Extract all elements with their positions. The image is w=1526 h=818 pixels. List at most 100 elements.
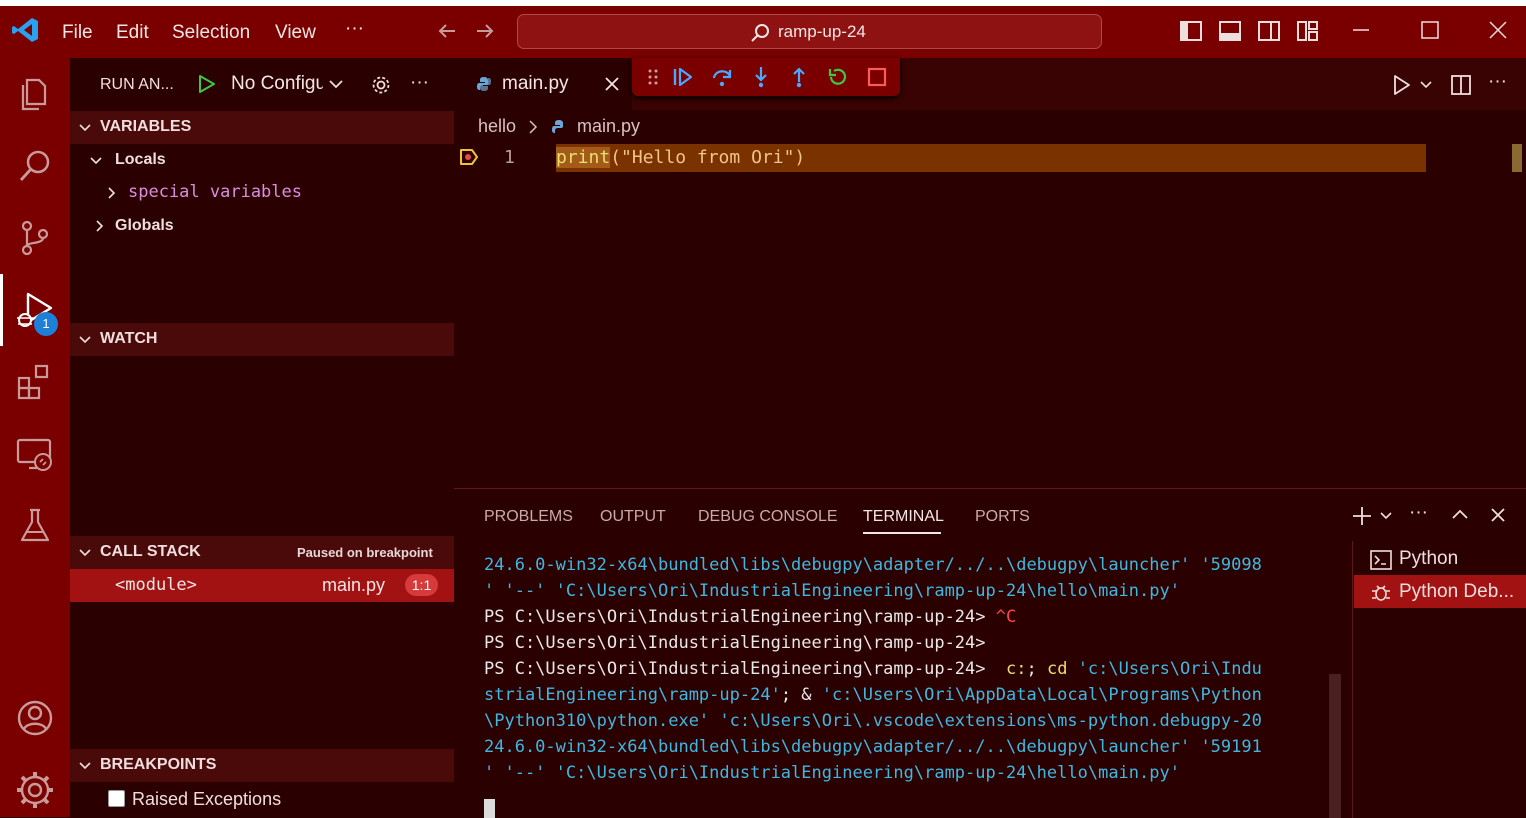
toggle-secondary-sidebar-icon[interactable] — [1257, 20, 1281, 42]
launch-config-select[interactable]: No Configu — [231, 73, 323, 95]
terminal-text-segment: PS C:\Users\Ori\IndustrialEngineering\ra… — [484, 633, 986, 653]
tab-label: main.py — [502, 73, 569, 94]
chevron-down-icon[interactable] — [328, 78, 344, 90]
call-stack-frame[interactable]: <module> main.py 1:1 — [70, 569, 454, 602]
terminal-text-segment: 24.6.0-win32-x64\bundled\libs\debugpy\ad… — [484, 555, 1262, 575]
terminal-text-segment: 'c:\Users\Ori\AppData\Local\Programs\Pyt… — [821, 685, 1262, 705]
watch-section-header[interactable]: WATCH — [70, 323, 454, 356]
toggle-panel-icon[interactable] — [1218, 20, 1242, 42]
terminal-line: PS C:\Users\Ori\IndustrialEngineering\ra… — [484, 659, 1262, 679]
open-launch-json-gear-icon[interactable] — [370, 74, 392, 96]
close-window-icon[interactable] — [1489, 21, 1507, 39]
terminal-item-label: Python — [1399, 548, 1459, 569]
close-panel-icon[interactable] — [1490, 507, 1506, 523]
step-over-icon[interactable] — [711, 66, 733, 88]
menu-edit[interactable]: Edit — [116, 22, 149, 44]
terminal-item-python[interactable]: Python — [1354, 542, 1526, 575]
new-terminal-plus-icon[interactable] — [1351, 505, 1373, 527]
drag-handle-icon[interactable] — [648, 69, 658, 85]
sidebar-title: RUN AN... — [100, 76, 174, 93]
tab-terminal[interactable]: TERMINAL — [863, 508, 944, 526]
panel-more-icon[interactable]: ··· — [1409, 502, 1428, 524]
code-function: print — [556, 147, 611, 168]
active-indicator — [0, 274, 3, 346]
explorer-icon[interactable] — [13, 72, 57, 116]
terminal-output[interactable]: 24.6.0-win32-x64\bundled\libs\debugpy\ad… — [454, 541, 1349, 818]
terminal-line: 24.6.0-win32-x64\bundled\libs\debugpy\ad… — [484, 737, 1262, 757]
chevron-down-icon[interactable] — [1419, 80, 1433, 90]
step-out-icon[interactable] — [788, 66, 810, 88]
bottom-panel: PROBLEMS OUTPUT DEBUG CONSOLE TERMINAL P… — [454, 488, 1526, 818]
breadcrumb-file[interactable]: main.py — [577, 116, 640, 137]
terminal-cursor — [484, 799, 495, 818]
back-arrow-icon[interactable] — [436, 20, 458, 42]
toggle-primary-sidebar-icon[interactable] — [1179, 20, 1203, 42]
maximize-icon[interactable] — [1421, 21, 1439, 39]
raised-exceptions-checkbox[interactable] — [108, 790, 125, 807]
maximize-panel-chevron-up-icon[interactable] — [1451, 507, 1469, 521]
step-into-icon[interactable] — [750, 66, 772, 88]
tab-ports[interactable]: PORTS — [975, 508, 1030, 526]
chevron-down-icon — [90, 157, 102, 165]
menu-view[interactable]: View — [275, 22, 316, 44]
tab-debug-console[interactable]: DEBUG CONSOLE — [698, 508, 838, 526]
manage-gear-icon[interactable] — [13, 768, 57, 812]
breadcrumb-folder[interactable]: hello — [478, 116, 516, 137]
command-center-label: ramp-up-24 — [778, 22, 866, 41]
terminal-text-segment: PS C:\Users\Ori\IndustrialEngineering\ra… — [484, 659, 1006, 679]
chevron-down-icon — [79, 762, 91, 770]
variables-section-header[interactable]: VARIABLES — [70, 111, 454, 144]
forward-arrow-icon[interactable] — [474, 20, 496, 42]
close-tab-icon[interactable] — [604, 76, 620, 92]
terminal-text-segment: ^C — [995, 607, 1017, 627]
chevron-down-icon[interactable] — [1379, 511, 1393, 521]
remote-explorer-icon[interactable] — [13, 432, 57, 476]
terminal-text-segment: 'c:\Users\Ori\Indu — [1077, 659, 1262, 679]
terminal-text-segment: c: — [1005, 659, 1027, 679]
breakpoint-pointer-icon[interactable] — [459, 148, 479, 166]
code-line[interactable]: print("Hello from Ori") — [556, 147, 805, 168]
menu-more[interactable]: ··· — [345, 18, 364, 40]
terminal-line: 24.6.0-win32-x64\bundled\libs\debugpy\ad… — [484, 555, 1262, 575]
run-python-file-icon[interactable] — [1392, 74, 1412, 96]
editor-tab-bar: main.py ··· — [454, 58, 1526, 110]
terminal-line: PS C:\Users\Ori\IndustrialEngineering\ra… — [484, 607, 1016, 627]
terminal-divider — [1352, 541, 1353, 818]
tab-output[interactable]: OUTPUT — [600, 508, 666, 526]
extensions-icon[interactable] — [13, 360, 57, 404]
terminal-scrollbar[interactable] — [1329, 674, 1341, 818]
title-bar: File Edit Selection View ··· ramp-up-24 — [0, 0, 1526, 58]
menu-selection[interactable]: Selection — [172, 22, 250, 44]
testing-icon[interactable] — [13, 504, 57, 548]
stop-icon[interactable] — [867, 67, 887, 87]
terminal-line: ' '--' 'C:\Users\Ori\IndustrialEngineeri… — [484, 763, 1180, 783]
menu-file[interactable]: File — [62, 22, 93, 44]
active-tab-underline — [863, 532, 941, 534]
breakpoints-section-header[interactable]: BREAKPOINTS — [70, 749, 454, 782]
paused-status: Paused on breakpoint — [297, 545, 433, 560]
editor-more-icon[interactable]: ··· — [1488, 71, 1507, 93]
locals-label: Locals — [115, 151, 166, 168]
python-file-icon — [477, 77, 491, 91]
command-center-search[interactable]: ramp-up-24 — [517, 14, 1102, 49]
call-stack-section-header[interactable]: CALL STACK Paused on breakpoint — [70, 536, 454, 569]
sidebar-more-icon[interactable]: ··· — [410, 72, 429, 94]
accounts-icon[interactable] — [13, 696, 57, 740]
tab-problems[interactable]: PROBLEMS — [484, 508, 573, 526]
continue-icon[interactable] — [672, 66, 694, 88]
minimize-icon[interactable] — [1352, 28, 1370, 32]
start-debugging-icon[interactable] — [198, 74, 216, 94]
raised-exceptions-label: Raised Exceptions — [132, 789, 282, 809]
terminal-item-python-debug[interactable]: Python Deb... — [1354, 575, 1526, 608]
customize-layout-icon[interactable] — [1296, 20, 1320, 42]
split-editor-icon[interactable] — [1450, 74, 1472, 96]
tab-main-py[interactable]: main.py — [454, 58, 632, 110]
restart-icon[interactable] — [827, 66, 849, 88]
source-control-icon[interactable] — [13, 216, 57, 260]
terminal-text-segment: strialEngineering\ramp-up-24' — [484, 685, 781, 705]
terminal-line: strialEngineering\ramp-up-24'; & 'c:\Use… — [484, 685, 1262, 705]
search-icon[interactable] — [13, 144, 57, 188]
line-number: 1 — [504, 147, 515, 168]
terminal-text-segment: ' '--' 'C:\Users\Ori\IndustrialEngineeri… — [484, 763, 1180, 783]
